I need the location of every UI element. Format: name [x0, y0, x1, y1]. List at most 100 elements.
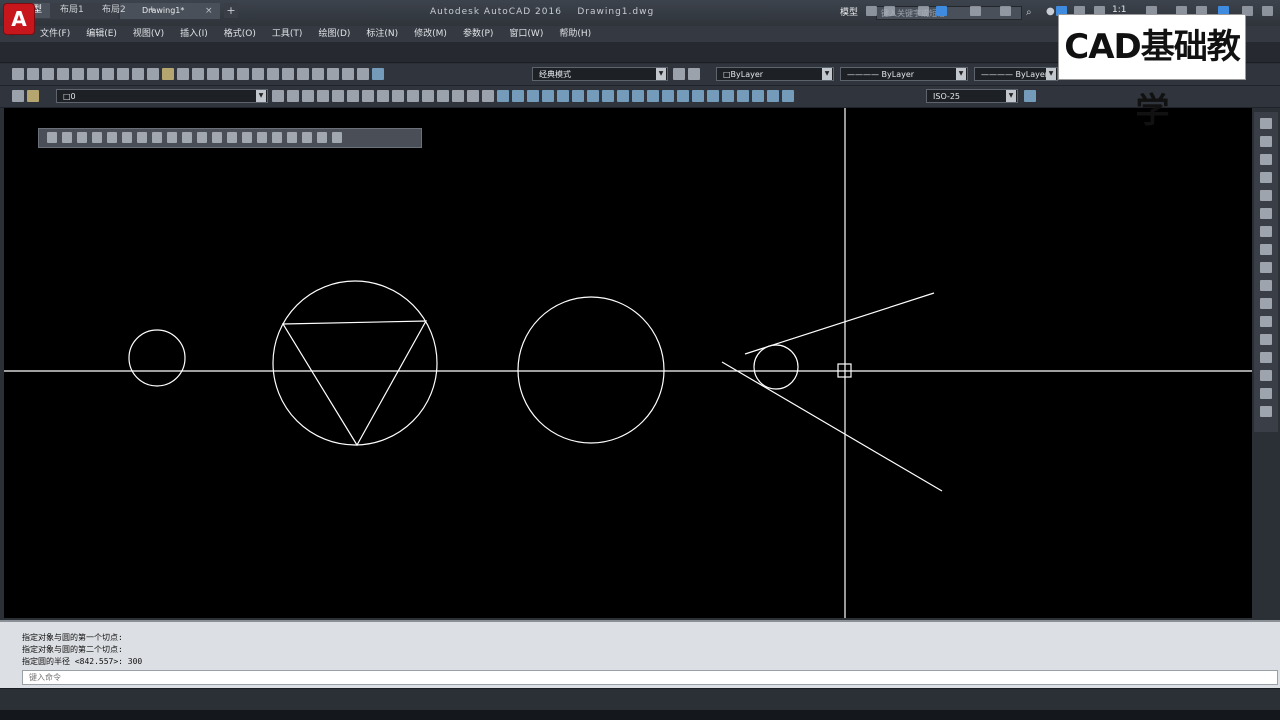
layer-delete-icon[interactable] [482, 90, 494, 102]
match-layer-icon[interactable] [407, 90, 419, 102]
plot-icon[interactable] [57, 68, 69, 80]
table-icon[interactable] [302, 132, 312, 143]
workspace-settings-icon[interactable] [688, 68, 700, 80]
circle-icon[interactable] [137, 132, 147, 143]
isodraft-icon[interactable] [970, 6, 981, 16]
add-layout-button[interactable]: + [140, 3, 164, 18]
off-icon[interactable] [362, 90, 374, 102]
tangent-line-lower[interactable] [721, 361, 943, 492]
paste-icon[interactable] [147, 68, 159, 80]
menu-modify[interactable]: 修改(M) [414, 26, 447, 42]
revision-cloud-icon[interactable] [152, 132, 162, 143]
scale-icon[interactable] [1260, 244, 1272, 255]
linear-dim-icon[interactable] [497, 90, 509, 102]
snap-icon[interactable] [884, 6, 895, 16]
binoculars-icon[interactable]: ⌕ [1026, 6, 1038, 19]
properties-icon[interactable] [282, 68, 294, 80]
menu-insert[interactable]: 插入(I) [180, 26, 208, 42]
polar-icon[interactable] [936, 6, 947, 16]
zoom-window-icon[interactable] [252, 68, 264, 80]
workspace-select[interactable]: 经典模式 [532, 67, 668, 81]
continue-icon[interactable] [647, 90, 659, 102]
freeze-icon[interactable] [347, 90, 359, 102]
region-icon[interactable] [287, 132, 297, 143]
angular-icon[interactable] [602, 90, 614, 102]
small-circle[interactable] [128, 329, 186, 387]
rectangle-icon[interactable] [107, 132, 117, 143]
undo-icon[interactable] [192, 68, 204, 80]
menu-help[interactable]: 帮助(H) [559, 26, 591, 42]
match-properties-icon[interactable] [162, 68, 174, 80]
model-space-toggle[interactable]: 模型 [840, 5, 858, 18]
dimension-style-icon[interactable] [1024, 90, 1036, 102]
markup-icon[interactable] [342, 68, 354, 80]
join-icon[interactable] [1260, 352, 1272, 363]
dim-update-icon[interactable] [782, 90, 794, 102]
point-icon[interactable] [242, 132, 252, 143]
new-icon[interactable] [12, 68, 24, 80]
insert-block-icon[interactable] [212, 132, 222, 143]
fillet-icon[interactable] [1260, 388, 1272, 399]
calculator-icon[interactable] [357, 68, 369, 80]
lineweight-select[interactable]: ———— ByLayer [974, 67, 1058, 81]
rotate-icon[interactable] [1260, 226, 1272, 237]
grid-icon[interactable] [866, 6, 877, 16]
ellipse-icon[interactable] [182, 132, 192, 143]
menu-edit[interactable]: 编辑(E) [86, 26, 117, 42]
quick-dim-icon[interactable] [617, 90, 629, 102]
line-icon[interactable] [47, 132, 57, 143]
menu-format[interactable]: 格式(O) [224, 26, 256, 42]
jogged-linear-icon[interactable] [737, 90, 749, 102]
color-select[interactable]: □ByLayer [716, 67, 834, 81]
customization-icon[interactable] [1262, 6, 1273, 16]
unisolate-icon[interactable] [332, 90, 344, 102]
pan-icon[interactable] [222, 68, 234, 80]
diameter-icon[interactable] [587, 90, 599, 102]
menu-window[interactable]: 窗口(W) [509, 26, 543, 42]
copy-icon[interactable] [132, 68, 144, 80]
radius-icon[interactable] [557, 90, 569, 102]
erase-icon[interactable] [1260, 118, 1272, 129]
menu-tools[interactable]: 工具(T) [272, 26, 303, 42]
publish-icon[interactable] [87, 68, 99, 80]
tangent-circle[interactable] [753, 344, 799, 390]
new-tab-button[interactable]: + [224, 3, 238, 18]
array-icon[interactable] [1260, 190, 1272, 201]
copy-to-layer-icon[interactable] [437, 90, 449, 102]
zoom-previous-icon[interactable] [267, 68, 279, 80]
jogged-icon[interactable] [572, 90, 584, 102]
copy-object-icon[interactable] [1260, 136, 1272, 147]
drawing-canvas[interactable] [4, 108, 1252, 618]
block-editor-icon[interactable] [177, 68, 189, 80]
inscribed-triangle[interactable] [281, 320, 428, 447]
sheet-set-icon[interactable] [327, 68, 339, 80]
make-current-icon[interactable] [272, 90, 284, 102]
stretch-icon[interactable] [1260, 262, 1272, 273]
trim-icon[interactable] [1260, 280, 1272, 291]
chamfer-icon[interactable] [1260, 370, 1272, 381]
menu-view[interactable]: 视图(V) [133, 26, 164, 42]
open-icon[interactable] [27, 68, 39, 80]
menu-dimension[interactable]: 标注(N) [366, 26, 398, 42]
isolate-icon[interactable] [317, 90, 329, 102]
redo-icon[interactable] [207, 68, 219, 80]
ellipse-arc-icon[interactable] [197, 132, 207, 143]
offset-icon[interactable] [1260, 172, 1272, 183]
cut-icon[interactable] [117, 68, 129, 80]
menu-file[interactable]: 文件(F) [40, 26, 70, 42]
dim-break-icon[interactable] [677, 90, 689, 102]
break-icon[interactable] [1260, 334, 1272, 345]
ordinate-icon[interactable] [542, 90, 554, 102]
layer-state-icon[interactable] [302, 90, 314, 102]
inspection-icon[interactable] [722, 90, 734, 102]
ortho-icon[interactable] [918, 6, 929, 16]
tool-palettes-icon[interactable] [312, 68, 324, 80]
unlock-icon[interactable] [392, 90, 404, 102]
break-at-point-icon[interactable] [1260, 316, 1272, 327]
lock-icon[interactable] [377, 90, 389, 102]
add-selected-icon[interactable] [332, 132, 342, 143]
design-center-icon[interactable] [297, 68, 309, 80]
dim-text-edit-icon[interactable] [767, 90, 779, 102]
gear-icon[interactable] [673, 68, 685, 80]
zoom-realtime-icon[interactable] [237, 68, 249, 80]
